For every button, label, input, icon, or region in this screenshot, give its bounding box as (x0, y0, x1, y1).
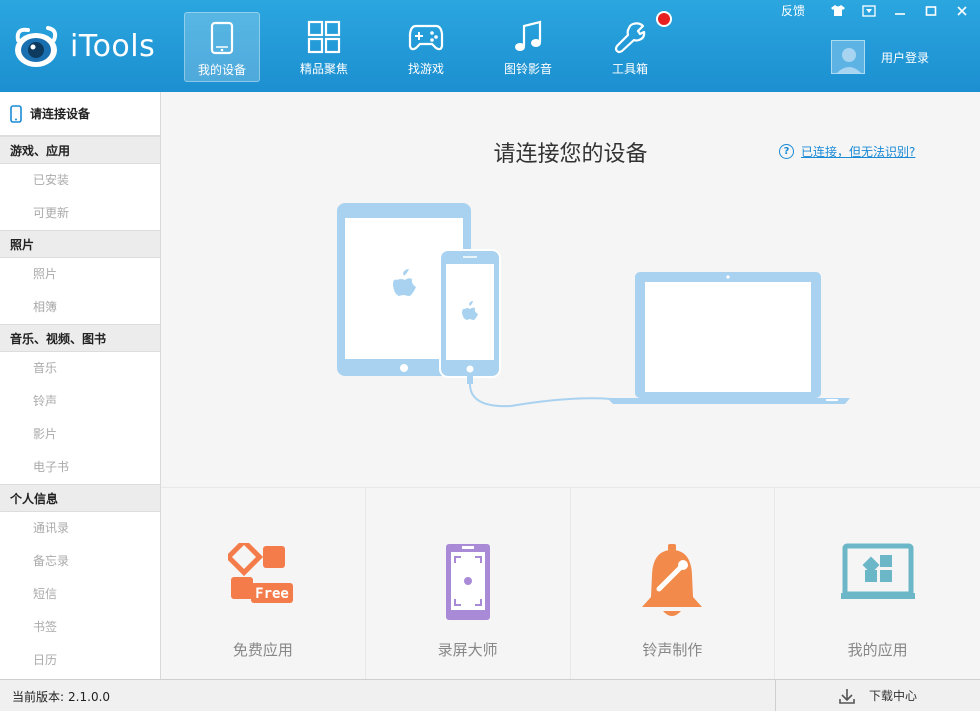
notification-badge (656, 11, 672, 27)
ringtone-bell-icon (642, 544, 703, 616)
close-icon[interactable] (950, 3, 974, 19)
sidebar-item-photos[interactable]: 照片 (0, 258, 160, 291)
sidebar-item-ebooks[interactable]: 电子书 (0, 451, 160, 484)
nav-my-device[interactable]: 我的设备 (184, 12, 260, 82)
tile-label: 免费应用 (232, 641, 293, 659)
sidebar-device-label: 请连接设备 (30, 107, 91, 121)
tile-free-apps[interactable]: Free 免费应用 (161, 488, 366, 680)
help-link[interactable]: ? 已连接，但无法识别? (779, 143, 915, 160)
sidebar-group-title: 游戏、应用 (0, 136, 160, 164)
app-name: iTools (70, 28, 156, 64)
tile-screen-recorder[interactable]: 录屏大师 (366, 488, 571, 680)
tile-label: 铃声制作 (642, 641, 703, 659)
nav-label: 我的设备 (197, 63, 246, 77)
sidebar-item-notes[interactable]: 备忘录 (0, 545, 160, 578)
free-icon-text: Free (255, 586, 289, 602)
sidebar: 请连接设备 游戏、应用 已安装 可更新 照片 照片 相簿 音乐、视频、图书 音乐… (0, 92, 161, 679)
feature-tiles: Free 免费应用 录屏大师 铃声制作 我的应用 (161, 487, 980, 680)
sidebar-group-title: 音乐、视频、图书 (0, 324, 160, 352)
nav-media[interactable]: 图铃影音 (490, 12, 566, 82)
sidebar-item-installed[interactable]: 已安装 (0, 164, 160, 197)
sidebar-item-albums[interactable]: 相簿 (0, 291, 160, 324)
sidebar-item-ringtones[interactable]: 铃声 (0, 385, 160, 418)
sidebar-group-title: 个人信息 (0, 484, 160, 512)
sidebar-item-movies[interactable]: 影片 (0, 418, 160, 451)
nav-toolbox[interactable]: 工具箱 (592, 11, 672, 82)
main-nav: 我的设备 精品聚焦 找游戏 图铃影音 工具箱 (184, 11, 694, 82)
avatar[interactable] (831, 40, 865, 74)
sidebar-item-calendar[interactable]: 日历 (0, 644, 160, 677)
sidebar-item-bookmarks[interactable]: 书签 (0, 611, 160, 644)
tile-label: 我的应用 (847, 641, 908, 659)
nav-label: 图铃影音 (503, 62, 552, 76)
sidebar-group-title: 照片 (0, 230, 160, 258)
version-info: 当前版本: 2.1.0.0 (12, 688, 110, 705)
version-label: 当前版本: (12, 690, 65, 704)
sidebar-device[interactable]: 请连接设备 (0, 92, 160, 136)
user-login[interactable]: 用户登录 (831, 40, 929, 74)
nav-label: 工具箱 (611, 62, 648, 76)
screen-record-icon (445, 544, 490, 620)
sidebar-item-contacts[interactable]: 通讯录 (0, 512, 160, 545)
my-apps-icon (840, 543, 915, 599)
download-center-label: 下载中心 (868, 689, 917, 703)
itools-logo-icon (12, 22, 64, 70)
login-label[interactable]: 用户登录 (881, 49, 929, 66)
main-panel: 请连接您的设备 ? 已连接，但无法识别? Free 免费应用 录屏大师 铃声制作… (161, 92, 980, 680)
skin-tshirt-icon[interactable] (826, 3, 850, 19)
window-controls: 反馈 (781, 2, 974, 19)
wrench-icon (614, 22, 646, 54)
phone-icon (10, 104, 22, 123)
nav-featured[interactable]: 精品聚焦 (286, 12, 362, 82)
menu-dropdown-icon[interactable] (857, 3, 881, 19)
music-note-icon (515, 20, 542, 51)
free-apps-icon: Free (227, 543, 293, 603)
tile-ringtone-maker[interactable]: 铃声制作 (571, 488, 776, 680)
nav-games[interactable]: 找游戏 (388, 12, 464, 82)
nav-label: 找游戏 (407, 62, 444, 76)
sidebar-item-music[interactable]: 音乐 (0, 352, 160, 385)
sidebar-item-sms[interactable]: 短信 (0, 578, 160, 611)
download-icon (839, 688, 855, 704)
version-number: 2.1.0.0 (68, 690, 111, 704)
minimize-icon[interactable] (888, 3, 912, 19)
download-center-button[interactable]: 下载中心 (775, 680, 980, 711)
gamepad-icon (408, 24, 444, 51)
feedback-link[interactable]: 反馈 (781, 2, 805, 19)
tile-my-apps[interactable]: 我的应用 (775, 488, 980, 680)
tile-label: 录屏大师 (437, 641, 498, 659)
app-logo: iTools (12, 22, 155, 70)
title-bar: iTools 我的设备 精品聚焦 找游戏 图铃影音 工具箱 反馈 用户登录 (0, 0, 980, 92)
question-icon: ? (779, 144, 794, 159)
nav-label: 精品聚焦 (299, 62, 348, 76)
grid-icon (307, 20, 341, 54)
sidebar-item-updates[interactable]: 可更新 (0, 197, 160, 230)
status-bar: 当前版本: 2.1.0.0 下载中心 (0, 679, 980, 711)
help-link-text[interactable]: 已连接，但无法识别? (801, 143, 915, 160)
maximize-icon[interactable] (919, 3, 943, 19)
tablet-icon (210, 21, 234, 55)
